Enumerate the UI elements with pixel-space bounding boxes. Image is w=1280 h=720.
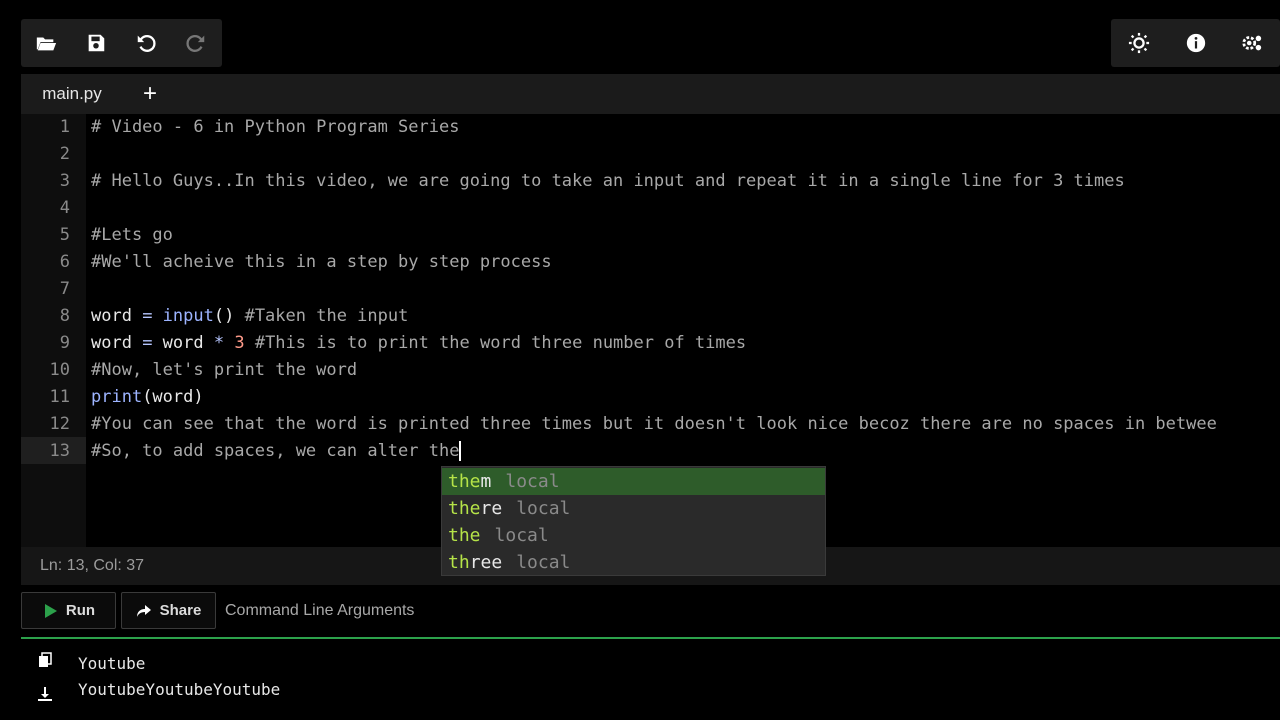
info-icon — [1186, 33, 1206, 53]
open-file-button[interactable] — [21, 19, 71, 67]
tab-bar: main.py + — [21, 74, 1280, 114]
autocomplete-item-text: the local — [448, 522, 549, 549]
sun-icon — [1128, 32, 1150, 54]
line-number: 5 — [59, 225, 70, 245]
code-token: #We'll acheive this in a step by step pr… — [91, 252, 552, 272]
autocomplete-item[interactable]: there local — [442, 495, 825, 522]
code-token: # Hello Guys..In this video, we are goin… — [91, 171, 1125, 191]
folder-open-icon — [36, 37, 57, 51]
code-token: word — [162, 333, 214, 353]
save-button[interactable] — [71, 19, 121, 67]
cursor-position: Ln: 13, Col: 37 — [40, 557, 145, 574]
line-number: 8 — [59, 306, 70, 326]
line-number: 7 — [59, 279, 70, 299]
autocomplete-kind: local — [516, 498, 571, 519]
autocomplete-item-text: them local — [448, 468, 560, 495]
code-line: # Hello Guys..In this video, we are goin… — [91, 168, 1125, 195]
autocomplete-match: th — [448, 552, 470, 573]
code-token: input — [162, 306, 214, 326]
command-line-arguments-input[interactable]: Command Line Arguments — [225, 592, 414, 629]
code-token: word — [91, 333, 143, 353]
autocomplete-match: the — [448, 498, 481, 519]
output-line: YoutubeYoutubeYoutube — [78, 680, 281, 699]
autocomplete-kind: local — [516, 552, 571, 573]
code-token: () — [213, 306, 245, 326]
code-line: #So, to add spaces, we can alter the — [91, 438, 462, 465]
autocomplete-item-text: there local — [448, 495, 570, 522]
autocomplete-match: the — [448, 525, 481, 546]
code-line: # Video - 6 in Python Program Series — [91, 114, 459, 141]
autocomplete-match: the — [448, 471, 481, 492]
theme-toggle-button[interactable] — [1114, 19, 1164, 67]
code-token: (word) — [142, 387, 204, 407]
autocomplete-rest: m — [480, 471, 492, 492]
share-button[interactable]: Share — [121, 592, 216, 629]
settings-toolbar — [1111, 19, 1280, 67]
code-line: #We'll acheive this in a step by step pr… — [91, 249, 552, 276]
autocomplete-item-text: three local — [448, 549, 570, 576]
copy-icon — [39, 652, 52, 667]
code-line: #Lets go — [91, 222, 173, 249]
code-line: word = input() #Taken the input — [91, 303, 408, 330]
code-token: #This is to print the word three number … — [254, 333, 747, 353]
code-token: #So, to add spaces, we can alter the — [91, 441, 460, 461]
copy-output-button[interactable] — [35, 650, 55, 670]
download-output-button[interactable] — [35, 684, 55, 704]
redo-button[interactable] — [171, 19, 221, 67]
code-line: print(word) — [91, 384, 204, 411]
settings-button[interactable] — [1227, 19, 1277, 67]
autocomplete-item[interactable]: the local — [442, 522, 825, 549]
code-token: print — [91, 387, 143, 407]
code-token: #Now, let's print the word — [91, 360, 358, 380]
output-line: Youtube — [78, 654, 146, 673]
download-icon — [38, 687, 52, 701]
line-number: 10 — [49, 360, 70, 380]
line-number: 1 — [59, 117, 70, 137]
code-token: #You can see that the word is printed th… — [91, 414, 1217, 434]
code-token: word — [91, 306, 143, 326]
run-button[interactable]: Run — [21, 592, 116, 629]
save-icon — [88, 34, 105, 52]
code-token: = — [142, 333, 163, 353]
line-number: 9 — [59, 333, 70, 353]
line-number: 6 — [59, 252, 70, 272]
code-token: #Lets go — [91, 225, 173, 245]
autocomplete-item[interactable]: them local — [442, 468, 825, 495]
output-panel: Youtube YoutubeYoutubeYoutube — [21, 639, 1280, 720]
autocomplete-popup: them local there local the local three local — [441, 466, 826, 576]
play-icon — [44, 603, 57, 618]
code-token: * — [213, 333, 235, 353]
redo-icon — [186, 35, 205, 52]
file-toolbar — [21, 19, 222, 67]
line-number: 3 — [59, 171, 70, 191]
text-cursor — [459, 441, 462, 461]
run-label: Run — [65, 602, 96, 619]
autocomplete-rest: re — [480, 498, 503, 519]
autocomplete-kind: local — [505, 471, 560, 492]
share-icon — [136, 604, 151, 617]
code-token: # Video - 6 in Python Program Series — [91, 117, 460, 137]
line-number: 2 — [59, 144, 70, 164]
code-token: = — [142, 306, 163, 326]
autocomplete-item[interactable]: three local — [442, 549, 825, 576]
autocomplete-kind: local — [494, 525, 549, 546]
line-number: 12 — [49, 414, 70, 434]
line-number: 13 — [49, 441, 70, 461]
code-token: 3 — [234, 333, 255, 353]
tab-main-py[interactable]: main.py — [21, 74, 123, 114]
code-line: #Now, let's print the word — [91, 357, 357, 384]
add-tab-button[interactable]: + — [135, 80, 165, 108]
undo-icon — [137, 35, 156, 52]
code-token: #Taken the input — [244, 306, 409, 326]
undo-button[interactable] — [121, 19, 171, 67]
info-button[interactable] — [1171, 19, 1221, 67]
code-line: word = word * 3 #This is to print the wo… — [91, 330, 746, 357]
settings-icon — [1242, 35, 1262, 51]
code-line: #You can see that the word is printed th… — [91, 411, 1217, 438]
line-number: 11 — [49, 387, 70, 407]
line-number: 4 — [59, 198, 70, 218]
autocomplete-rest: ree — [469, 552, 503, 573]
share-label: Share — [159, 602, 202, 619]
